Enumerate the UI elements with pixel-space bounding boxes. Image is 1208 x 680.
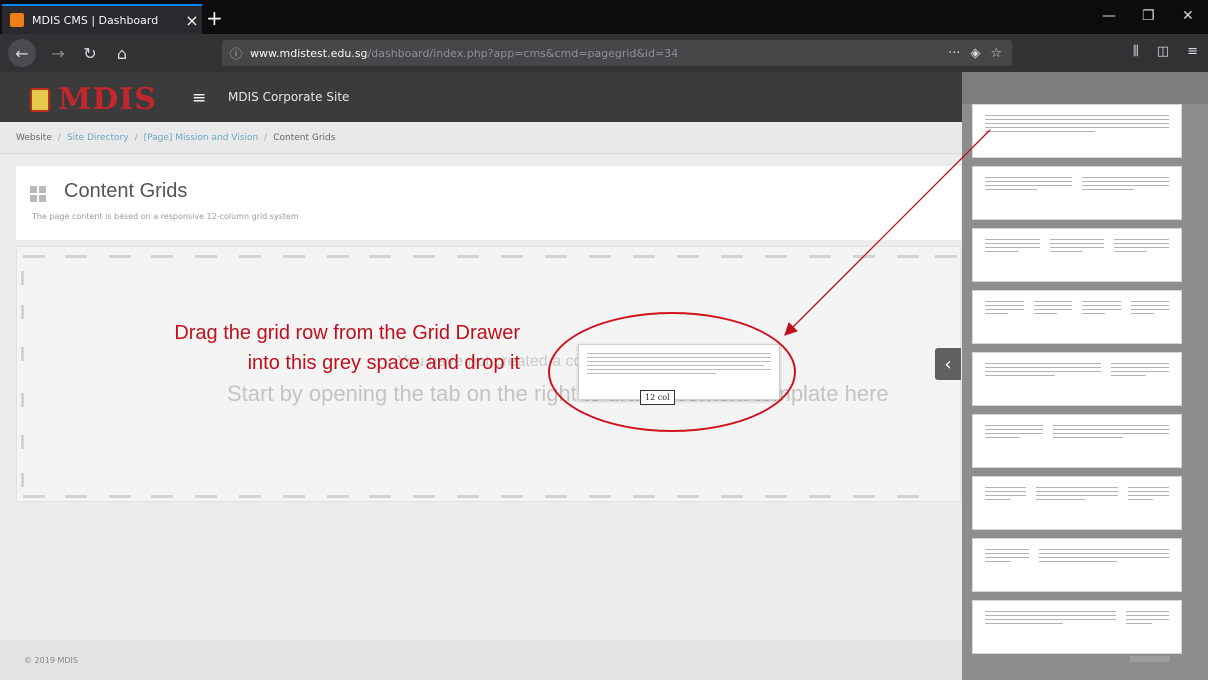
window-close-icon[interactable]: ✕: [1182, 8, 1194, 24]
sidebar-icon[interactable]: ◫: [1157, 44, 1169, 59]
grid-template-3-3-3-3[interactable]: [972, 290, 1182, 344]
grid-template-12[interactable]: [972, 104, 1182, 158]
site-name[interactable]: MDIS Corporate Site: [228, 90, 349, 104]
browser-tab[interactable]: MDIS CMS | Dashboard ×: [2, 4, 202, 34]
grid-template-8-4[interactable]: [972, 352, 1182, 406]
info-icon[interactable]: ⓘ: [230, 45, 242, 62]
browser-tabbar: MDIS CMS | Dashboard × + — ❐ ✕: [0, 0, 1208, 34]
grid-template-3-9[interactable]: [972, 538, 1182, 592]
grid-template-4-8[interactable]: [972, 414, 1182, 468]
more-icon[interactable]: ···: [948, 46, 960, 61]
annotation-text: Drag the grid row from the Grid Drawer i…: [174, 322, 520, 374]
browser-navbar: ← → ↻ ⌂ ⓘ www.mdistest.edu.sg/dashboard/…: [0, 34, 1208, 72]
url-text: www.mdistest.edu.sg/dashboard/index.php?…: [250, 46, 679, 60]
close-icon[interactable]: ×: [182, 11, 202, 30]
arrow-right-icon[interactable]: →: [42, 37, 74, 69]
footer: © 2019 MDIS: [0, 640, 962, 680]
bookmark-star-icon[interactable]: ☆: [990, 46, 1002, 61]
page-title: Content Grids: [64, 180, 188, 202]
logo[interactable]: MDIS: [30, 82, 157, 117]
breadcrumb-item-site-directory[interactable]: Site Directory: [67, 133, 129, 143]
breadcrumb-item-page[interactable]: [Page] Mission and Vision: [144, 133, 259, 143]
address-bar[interactable]: ⓘ www.mdistest.edu.sg/dashboard/index.ph…: [222, 40, 1012, 66]
hamburger-icon[interactable]: ≡: [192, 88, 206, 108]
breadcrumb-item-website[interactable]: Website: [16, 133, 52, 143]
browser-menu-icon[interactable]: ≡: [1187, 44, 1198, 59]
grid-icon: [30, 186, 46, 202]
footer-copyright: © 2019 MDIS: [24, 655, 78, 665]
tab-title: MDIS CMS | Dashboard: [32, 13, 159, 27]
home-icon[interactable]: ⌂: [106, 37, 138, 69]
grid-template-3-6-3[interactable]: [972, 476, 1182, 530]
grid-template-9-3[interactable]: [972, 600, 1182, 654]
page-subtitle: The page content is based on a responsiv…: [32, 212, 299, 221]
arrow-left-icon[interactable]: ←: [8, 39, 36, 67]
maximize-icon[interactable]: ❐: [1142, 8, 1155, 24]
pocket-icon[interactable]: ◈: [970, 46, 980, 61]
favicon-icon: [10, 13, 24, 27]
plus-icon[interactable]: +: [206, 6, 223, 30]
minimize-icon[interactable]: —: [1102, 8, 1116, 24]
library-icon[interactable]: ⫼: [1133, 44, 1139, 59]
grid-template-6-6[interactable]: [972, 166, 1182, 220]
logo-text: MDIS: [58, 82, 157, 117]
crest-icon: [30, 87, 50, 112]
breadcrumb-current: Content Grids: [273, 132, 336, 143]
reload-icon[interactable]: ↻: [74, 37, 106, 69]
page-header-card: Content Grids The page content is based …: [16, 166, 961, 240]
annotation-ellipse: [548, 312, 796, 432]
chevron-left-icon[interactable]: ‹: [935, 348, 961, 380]
grid-template-4-4-4[interactable]: [972, 228, 1182, 282]
